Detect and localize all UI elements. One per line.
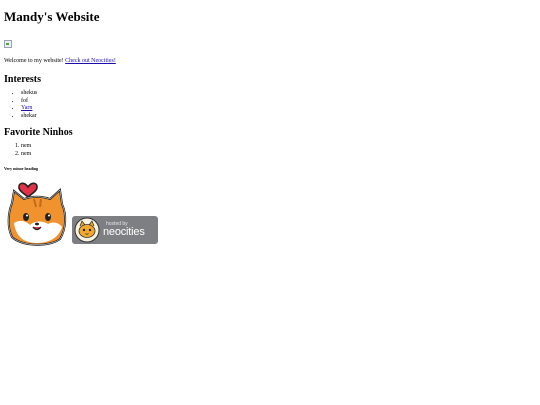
list-item: shekus <box>21 90 536 98</box>
intro-text: Welcome to my website! <box>4 58 66 64</box>
image-row: hosted by neocities <box>4 177 536 247</box>
page-title: Mandy's Website <box>4 9 100 24</box>
list-item: fof <box>21 98 536 106</box>
list-item: nem <box>21 151 536 159</box>
list-item: shekar <box>21 113 536 121</box>
page: Mandy's Website Welcome to my website! C… <box>0 0 540 249</box>
list-item: nem <box>21 143 536 151</box>
badge-big-text: neocities <box>103 226 145 238</box>
interests-heading: Interests <box>4 74 42 85</box>
interests-list: shekus fof Yarn shekar <box>4 90 536 120</box>
neocities-link[interactable]: Check out Neocities! <box>65 58 116 64</box>
ninhos-list: nem nem <box>4 143 536 158</box>
intro-paragraph: Welcome to my website! Check out Neociti… <box>4 57 536 65</box>
neocities-badge[interactable]: hosted by neocities <box>72 216 158 244</box>
list-item: Yarn <box>21 105 536 113</box>
cat-heart-icon <box>7 182 67 246</box>
yarn-link[interactable]: Yarn <box>21 105 32 111</box>
ninhos-heading: Favorite Ninhos <box>4 127 73 138</box>
broken-image-icon <box>4 40 12 48</box>
neocities-cat-icon <box>74 217 100 243</box>
minor-heading: Very minor heading <box>4 166 39 171</box>
